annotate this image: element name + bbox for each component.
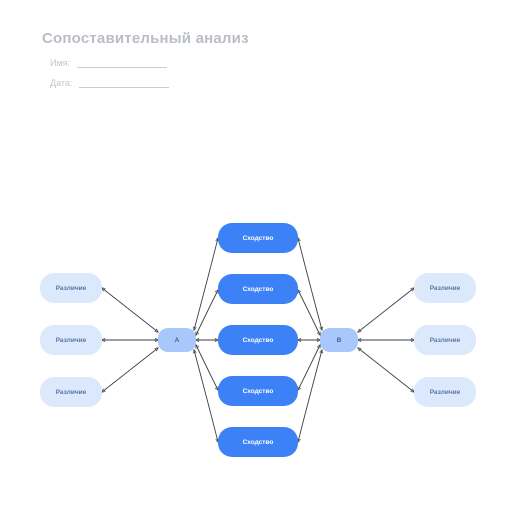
node-label: Сходство — [243, 286, 274, 293]
hub-node-a[interactable]: A — [158, 328, 196, 352]
node-label: Сходство — [243, 235, 274, 242]
similarity-node-3[interactable]: Сходство — [218, 325, 298, 355]
node-label: Различие — [430, 337, 461, 344]
page-title: Сопоставительный анализ — [42, 30, 249, 47]
similarity-node-5[interactable]: Сходство — [218, 427, 298, 457]
node-label: Различие — [56, 389, 87, 396]
node-label: Сходство — [243, 337, 274, 344]
similarity-node-2[interactable]: Сходство — [218, 274, 298, 304]
node-label: A — [175, 337, 180, 344]
node-label: B — [337, 337, 342, 344]
name-underline[interactable] — [77, 59, 167, 68]
date-label: Дата: — [50, 78, 72, 88]
difference-node-a-1[interactable]: Различие — [40, 273, 102, 303]
similarity-node-1[interactable]: Сходство — [218, 223, 298, 253]
node-label: Различие — [430, 389, 461, 396]
node-label: Различие — [56, 337, 87, 344]
date-underline[interactable] — [79, 79, 169, 88]
name-label: Имя: — [50, 58, 70, 68]
difference-node-b-2[interactable]: Различие — [414, 325, 476, 355]
similarity-node-4[interactable]: Сходство — [218, 376, 298, 406]
hub-node-b[interactable]: B — [320, 328, 358, 352]
difference-node-a-2[interactable]: Различие — [40, 325, 102, 355]
node-label: Сходство — [243, 388, 274, 395]
node-label: Сходство — [243, 439, 274, 446]
node-label: Различие — [56, 285, 87, 292]
difference-node-b-1[interactable]: Различие — [414, 273, 476, 303]
difference-node-a-3[interactable]: Различие — [40, 377, 102, 407]
date-field-row: Дата: — [50, 78, 169, 88]
difference-node-b-3[interactable]: Различие — [414, 377, 476, 407]
node-label: Различие — [430, 285, 461, 292]
diagram-canvas: Сопоставительный анализ Имя: Дата: — [0, 0, 516, 516]
name-field-row: Имя: — [50, 58, 167, 68]
